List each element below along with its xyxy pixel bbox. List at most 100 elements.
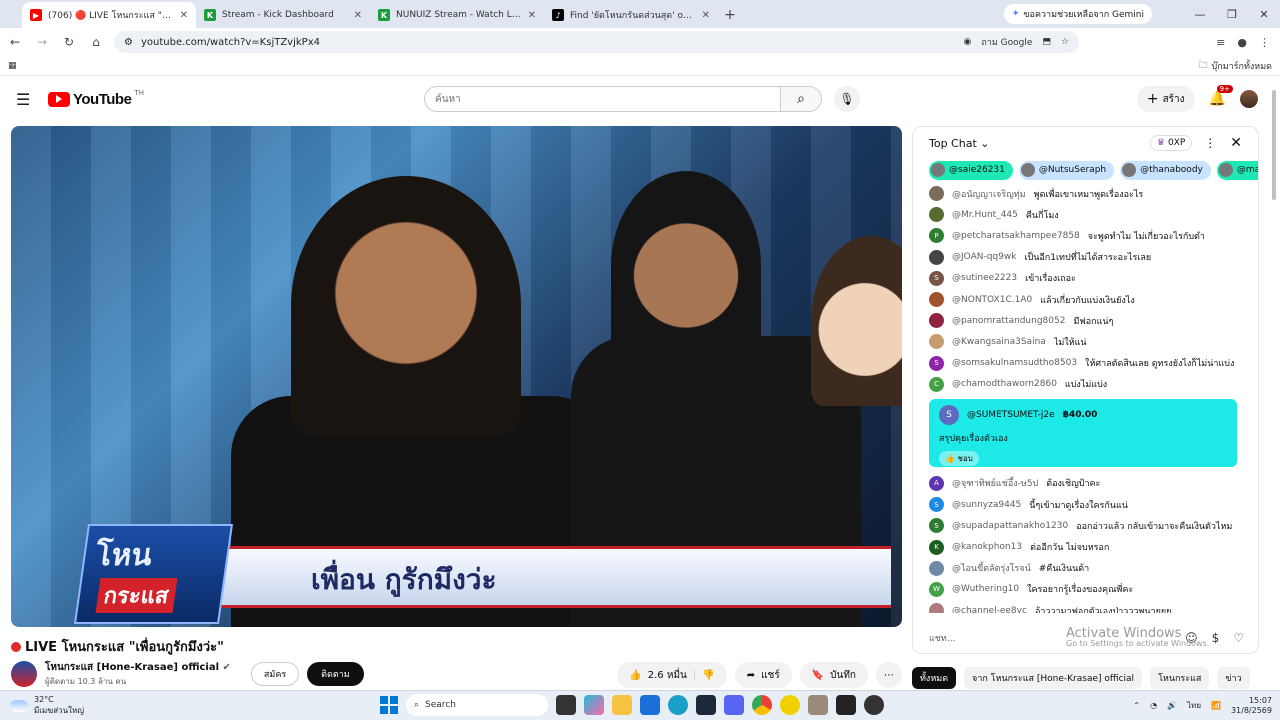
file-explorer-icon[interactable]: [612, 695, 632, 715]
edge-icon[interactable]: [668, 695, 688, 715]
bookmark-star-icon[interactable]: ☆: [1061, 37, 1069, 47]
media-controls-icon[interactable]: ≡: [1216, 36, 1225, 49]
steam-icon[interactable]: [696, 695, 716, 715]
chat-message[interactable]: @NONTOX1C.1A0 แล้วเกี่ยวกับแบ่งเงินยังไง: [913, 289, 1253, 310]
video-player[interactable]: โหน กระแส เพื่อน กูรักมึงว่ะ: [11, 126, 902, 627]
back-button[interactable]: ←: [3, 30, 27, 54]
gemini-button[interactable]: ✦ ขอความช่วยเหลือจาก Gemini: [1003, 4, 1152, 24]
super-chat-like[interactable]: 👍 ชอบ: [939, 450, 979, 466]
app-icon-game[interactable]: [808, 695, 828, 715]
chat-message[interactable]: A @จุฑาทิพย์แช่อึ้ง-ษ5ป ต้องเชิญป้าคะ: [913, 473, 1253, 494]
filter-chip[interactable]: ทั้งหมด: [912, 667, 957, 689]
home-button[interactable]: ⌂: [84, 30, 108, 54]
url-field[interactable]: ⚙ youtube.com/watch?v=KsjTZvjkPx4 ◉ ถาม …: [114, 31, 1079, 53]
discord-icon[interactable]: [724, 695, 744, 715]
browser-tab[interactable]: ▶ (706) 🔴 LIVE โหนกระแส "เพื่อน ✕: [22, 2, 196, 28]
chevron-right-icon[interactable]: ›: [1257, 667, 1264, 689]
obs-icon[interactable]: [864, 695, 884, 715]
close-window-button[interactable]: ✕: [1248, 0, 1280, 28]
chat-message[interactable]: @ไอนขี้ตลัตรุ่งโรจน์ #คืนเงินนต้า: [913, 558, 1253, 579]
taskbar-clock[interactable]: 15:07 31/8/2569: [1231, 696, 1272, 716]
chat-message[interactable]: P @petcharatsakhampee7858 จะพูดทำไม ไม่เกี…: [913, 225, 1253, 246]
like-button[interactable]: 👍 2.6 หมื่น | 👎: [617, 662, 727, 688]
guide-menu-icon[interactable]: ☰: [16, 90, 40, 109]
channel-avatar[interactable]: [11, 661, 37, 687]
chat-message[interactable]: S @sunnyza9445 นี้ๆเข้ามาดูเรื่องใครกันแน่: [913, 494, 1253, 515]
all-bookmarks[interactable]: 🗀 บุ๊กมาร์กทั้งหมด: [1199, 58, 1272, 74]
chat-close-icon[interactable]: ✕: [1230, 135, 1242, 151]
chat-message[interactable]: S @supadapattanakho1230 ออกอ่าวแล้ว กลับเข…: [913, 515, 1253, 536]
save-button[interactable]: 🔖 บันทึก: [799, 662, 868, 688]
minimize-button[interactable]: —: [1184, 0, 1216, 28]
wifi-icon[interactable]: 📶: [1211, 701, 1221, 710]
weather-widget[interactable]: 32°C มีเมฆส่วนใหญ่: [0, 695, 84, 717]
chat-message[interactable]: @panomrattandung8052 มีฟอกแน่ๆ: [913, 310, 1253, 331]
notifications-button[interactable]: 🔔 9+: [1209, 85, 1233, 107]
thumbs-down-icon[interactable]: 👎: [702, 670, 714, 681]
tab-close-icon[interactable]: ✕: [528, 10, 536, 21]
app-icon-dark[interactable]: [836, 695, 856, 715]
subscribe-button[interactable]: ติดตาม: [307, 662, 364, 686]
speaker-icon[interactable]: 🔊: [1167, 701, 1177, 710]
profile-icon[interactable]: ●: [1237, 36, 1247, 49]
tab-close-icon[interactable]: ✕: [180, 10, 188, 21]
chat-message[interactable]: @อนัญญาเจริญทุ่ม พูดเพื่อเขาเหมาพูดเรื่อง…: [913, 183, 1253, 204]
apps-icon[interactable]: ▦: [8, 61, 17, 71]
tab-close-icon[interactable]: ✕: [702, 10, 710, 21]
heart-icon[interactable]: ♡: [1233, 631, 1244, 645]
lens-icon[interactable]: ◉: [964, 37, 972, 47]
maximize-button[interactable]: ❐: [1216, 0, 1248, 28]
filter-chip[interactable]: จาก โหนกระแส [Hone-Krasae] official: [964, 667, 1143, 689]
input-language[interactable]: ไทย: [1187, 699, 1201, 712]
copilot-icon[interactable]: [584, 695, 604, 715]
chat-input[interactable]: แชท...: [929, 631, 955, 645]
install-icon[interactable]: ⬒: [1042, 37, 1051, 47]
menu-icon[interactable]: ⋮: [1259, 36, 1270, 49]
chat-message[interactable]: W @Wuthering10 ใครอยากรู้เรื่องของคุณพี่คะ: [913, 579, 1253, 600]
search-button[interactable]: ⌕: [780, 86, 822, 112]
pinned-supporter[interactable]: @mat: [1216, 160, 1258, 180]
super-chat[interactable]: S @SUMETSUMET-j2e ฿40.00 สรุปคุยเรื่องตั…: [929, 398, 1237, 467]
ask-google-label[interactable]: ถาม Google: [981, 35, 1032, 49]
more-actions-button[interactable]: ⋯: [876, 662, 902, 688]
chat-message[interactable]: @Kwangsaina3Saina ไม่ให้แน่: [913, 331, 1253, 352]
chat-mode-selector[interactable]: Top Chat ⌄: [929, 137, 989, 150]
pinned-supporter[interactable]: @NutsuSeraph: [1018, 160, 1115, 180]
create-button[interactable]: + สร้าง: [1136, 86, 1195, 112]
task-view-icon[interactable]: [556, 695, 576, 715]
voice-search-button[interactable]: 🎙: [834, 86, 860, 112]
super-chat-icon[interactable]: $: [1212, 631, 1220, 645]
chat-more-icon[interactable]: ⋮: [1204, 136, 1216, 150]
new-tab-button[interactable]: +: [718, 2, 742, 28]
chat-message[interactable]: @Mr.Hunt_445 คืนกี่โมง: [913, 204, 1253, 225]
taskbar-search[interactable]: ⌕ Search: [406, 694, 548, 716]
tab-close-icon[interactable]: ✕: [354, 10, 362, 21]
chrome-icon[interactable]: [752, 695, 772, 715]
network-icon[interactable]: ◔: [1150, 701, 1157, 710]
chat-message[interactable]: K @kanokphon13 ต่ออีกวัน ไม่จบหรอก: [913, 536, 1253, 557]
start-button[interactable]: [380, 696, 398, 714]
pinned-supporter[interactable]: @saie26231: [929, 160, 1013, 180]
pinned-supporter[interactable]: @thanaboody: [1120, 160, 1211, 180]
tray-chevron-icon[interactable]: ⌃: [1133, 701, 1140, 710]
app-icon-yellow[interactable]: [780, 695, 800, 715]
channel-name[interactable]: โหนกระแส [Hone-Krasae] official ✔: [45, 660, 231, 675]
page-scrollbar[interactable]: [1270, 82, 1278, 702]
browser-tab[interactable]: ♪ Find 'ยัดโหนกรันดส่วนสุด' on TikTok ✕: [544, 2, 718, 28]
chat-message[interactable]: S @somsakulnamsudtho8503 ให้ศาลตัดสินเลย ด…: [913, 353, 1253, 374]
share-button[interactable]: ➦ แชร์: [734, 662, 792, 688]
filter-chip[interactable]: โหนกระแส: [1150, 667, 1210, 689]
store-icon[interactable]: [640, 695, 660, 715]
browser-tab[interactable]: K NUNUIZ Stream - Watch Live o ✕: [370, 2, 544, 28]
chat-message[interactable]: @JOAN-qq9wk เป็นอีก1เทปที่ไม่ได้สาระอะไรเ…: [913, 247, 1253, 268]
chat-message[interactable]: C @chamodthaworn2860 แบ่งไม่แบ่ง: [913, 374, 1253, 395]
reload-button[interactable]: ↻: [57, 30, 81, 54]
site-info-icon[interactable]: ⚙: [124, 37, 133, 48]
chat-message[interactable]: @channel-ee8yc อ้าววามาฟอกตัวเองป่าวววพนา…: [913, 600, 1253, 613]
xp-badge[interactable]: ♛ 0XP: [1149, 135, 1193, 151]
browser-tab[interactable]: K Stream - Kick Dashboard ✕: [196, 2, 370, 28]
search-input[interactable]: [424, 86, 780, 112]
account-avatar[interactable]: [1240, 90, 1258, 108]
join-button[interactable]: สมัคร: [250, 662, 300, 686]
youtube-logo[interactable]: YouTube TH: [48, 89, 144, 108]
